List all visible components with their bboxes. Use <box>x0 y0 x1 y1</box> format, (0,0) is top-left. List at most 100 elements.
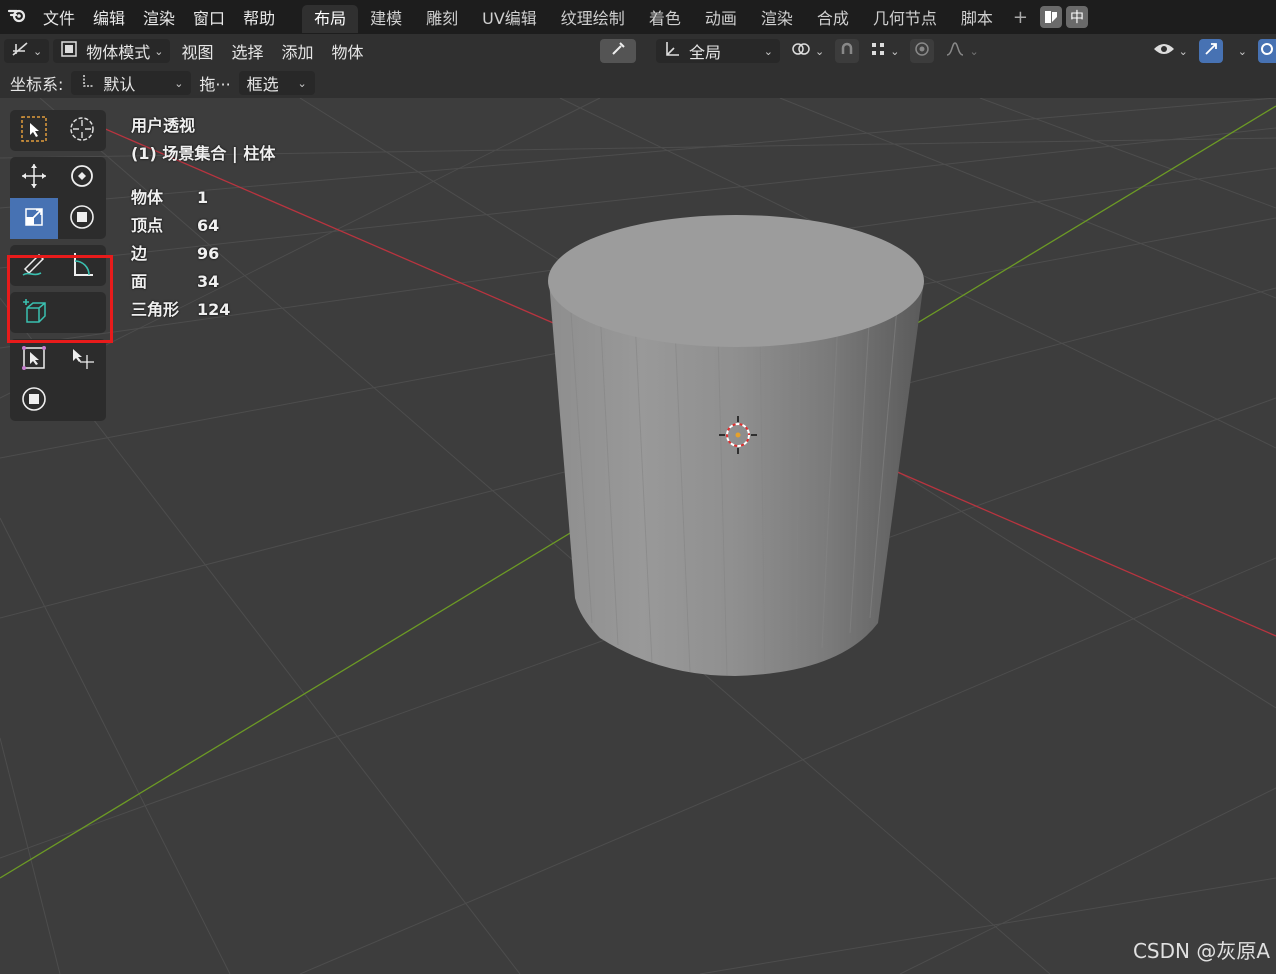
tab-uv-editing[interactable]: UV编辑 <box>470 5 549 33</box>
grid-dots-icon <box>870 41 886 61</box>
cursor-target-icon <box>67 114 97 148</box>
eyedropper-icon <box>610 41 626 61</box>
proportional-edit-icon <box>914 41 930 61</box>
orientation-icon <box>663 40 681 62</box>
chevron-down-icon: ⌄ <box>174 76 184 90</box>
proportional-edit-toggle[interactable] <box>910 39 935 63</box>
drag-label: 拖··· <box>199 75 231 94</box>
stat-value: 96 <box>197 244 220 263</box>
3d-viewport[interactable]: 用户透视 (1) 场景集合 | 柱体 物体 1 顶点 64 边 96 面 34 … <box>0 98 1276 974</box>
transform-tool-group <box>10 157 106 239</box>
stat-value: 124 <box>197 300 231 319</box>
snap-target-selector[interactable]: ⌄ <box>863 39 906 63</box>
add-workspace-button[interactable]: + <box>1005 7 1036 28</box>
menu-view[interactable]: 视图 <box>174 39 220 63</box>
chevron-down-icon: ⌄ <box>763 44 773 58</box>
menu-add[interactable]: 添加 <box>274 39 320 63</box>
gizmo-toggle[interactable] <box>1198 39 1223 63</box>
stat-row: 边 96 <box>131 240 275 268</box>
menu-file[interactable]: 文件 <box>34 5 84 29</box>
bounding-box-icon <box>19 343 49 377</box>
tab-sculpting[interactable]: 雕刻 <box>414 5 470 33</box>
tab-geometry-nodes[interactable]: 几何节点 <box>861 5 949 33</box>
transform-icon <box>67 202 97 236</box>
view-name: 用户透视 <box>131 116 196 135</box>
stat-label: 面 <box>131 272 148 291</box>
tab-layout[interactable]: 布局 <box>302 5 359 33</box>
gizmo-options[interactable]: ⌄ <box>1227 39 1254 63</box>
stat-row: 面 34 <box>131 268 275 296</box>
top-menu-bar: 文件 编辑 渲染 窗口 帮助 布局 建模 雕刻 UV编辑 纹理绘制 着色 动画 … <box>0 0 1276 34</box>
tab-scripting[interactable]: 脚本 <box>949 5 1005 33</box>
tab-modeling[interactable]: 建模 <box>358 5 414 33</box>
chevron-down-icon: ⌄ <box>969 44 979 58</box>
random-transform-tool[interactable] <box>10 380 58 421</box>
menu-window[interactable]: 窗口 <box>184 5 234 29</box>
viewport-header: ⌄ 物体模式 ⌄ 视图 选择 添加 物体 全局 ⌄ ⌄ ⌄ ⌄ ⌄ ⌄ <box>0 34 1276 68</box>
tool-settings-bar: 坐标系: 默认 ⌄ 拖··· 框选 ⌄ <box>0 68 1276 98</box>
chevron-down-icon: ⌄ <box>1237 44 1247 58</box>
scale-tool[interactable] <box>10 198 58 239</box>
orientation-label: 全局 <box>689 43 722 62</box>
falloff-selector[interactable]: ⌄ <box>938 39 985 63</box>
tab-animation[interactable]: 动画 <box>693 5 749 33</box>
shrink-tool-group <box>10 339 106 421</box>
menu-object[interactable]: 物体 <box>325 39 371 63</box>
rotate-tool[interactable] <box>58 157 106 198</box>
viewport-info-overlay: 用户透视 (1) 场景集合 | 柱体 物体 1 顶点 64 边 96 面 34 … <box>131 112 275 324</box>
input-method-button[interactable]: 中 <box>1066 6 1088 28</box>
move-tool[interactable] <box>10 157 58 198</box>
select-box-tool[interactable] <box>10 110 58 151</box>
snap-toggle[interactable] <box>835 39 860 63</box>
chevron-down-icon: ⌄ <box>890 44 900 58</box>
pivot-selector[interactable]: ⌄ <box>784 39 831 63</box>
chevron-down-icon: ⌄ <box>297 76 307 90</box>
tab-texture-paint[interactable]: 纹理绘制 <box>549 5 637 33</box>
header-center-tools: 全局 ⌄ ⌄ ⌄ ⌄ <box>596 39 986 63</box>
collection-name: (1) 场景集合 | 柱体 <box>131 144 276 163</box>
eyedropper-button[interactable] <box>600 39 636 63</box>
drag-select-selector[interactable]: 框选 ⌄ <box>238 71 315 95</box>
menu-help[interactable]: 帮助 <box>234 5 284 29</box>
coord-system-selector[interactable]: 默认 ⌄ <box>71 71 192 95</box>
visibility-selector[interactable]: ⌄ <box>1146 39 1195 63</box>
stat-row: 三角形 124 <box>131 296 275 324</box>
tab-rendering[interactable]: 渲染 <box>749 5 805 33</box>
mode-selector[interactable]: 物体模式 ⌄ <box>53 39 171 63</box>
orientation-selector[interactable]: 全局 ⌄ <box>656 39 780 63</box>
eye-icon <box>1153 41 1175 61</box>
chevron-down-icon: ⌄ <box>154 44 164 58</box>
stat-value: 34 <box>197 272 220 291</box>
coord-system-value: 默认 <box>103 75 136 94</box>
menu-edit[interactable]: 编辑 <box>84 5 134 29</box>
shrink-fatten-tool[interactable] <box>10 339 58 380</box>
stat-value: 64 <box>197 216 220 235</box>
tab-compositing[interactable]: 合成 <box>805 5 861 33</box>
select-mode-value: 框选 <box>246 75 279 94</box>
menu-render[interactable]: 渲染 <box>134 5 184 29</box>
transform-circle-icon <box>19 384 49 418</box>
rotate-icon <box>67 161 97 195</box>
move-arrows-icon <box>19 161 49 195</box>
grid-axis-icon <box>11 41 29 61</box>
stat-row: 顶点 64 <box>131 212 275 240</box>
tab-shading[interactable]: 着色 <box>637 5 693 33</box>
stat-label: 边 <box>131 244 148 263</box>
workspace-tabs: 布局 建模 雕刻 UV编辑 纹理绘制 着色 动画 渲染 合成 几何节点 脚本 +… <box>302 0 1088 34</box>
select-tool-group <box>10 110 106 151</box>
stat-label: 物体 <box>131 188 164 207</box>
editor-type-button[interactable]: ⌄ <box>4 39 50 63</box>
chevron-down-icon: ⌄ <box>815 44 825 58</box>
scene-icon[interactable] <box>1040 6 1062 28</box>
magnet-icon <box>839 41 855 61</box>
select-box-icon <box>20 115 48 147</box>
falloff-curve-icon <box>945 41 965 61</box>
cursor-tool[interactable] <box>58 110 106 151</box>
cursor-move-tool[interactable] <box>58 339 106 380</box>
stat-label: 顶点 <box>131 216 164 235</box>
menu-select[interactable]: 选择 <box>224 39 270 63</box>
transform-tool[interactable] <box>58 198 106 239</box>
chevron-down-icon: ⌄ <box>33 44 43 58</box>
blender-logo-icon[interactable] <box>0 6 34 29</box>
overlay-toggle[interactable] <box>1258 39 1276 63</box>
